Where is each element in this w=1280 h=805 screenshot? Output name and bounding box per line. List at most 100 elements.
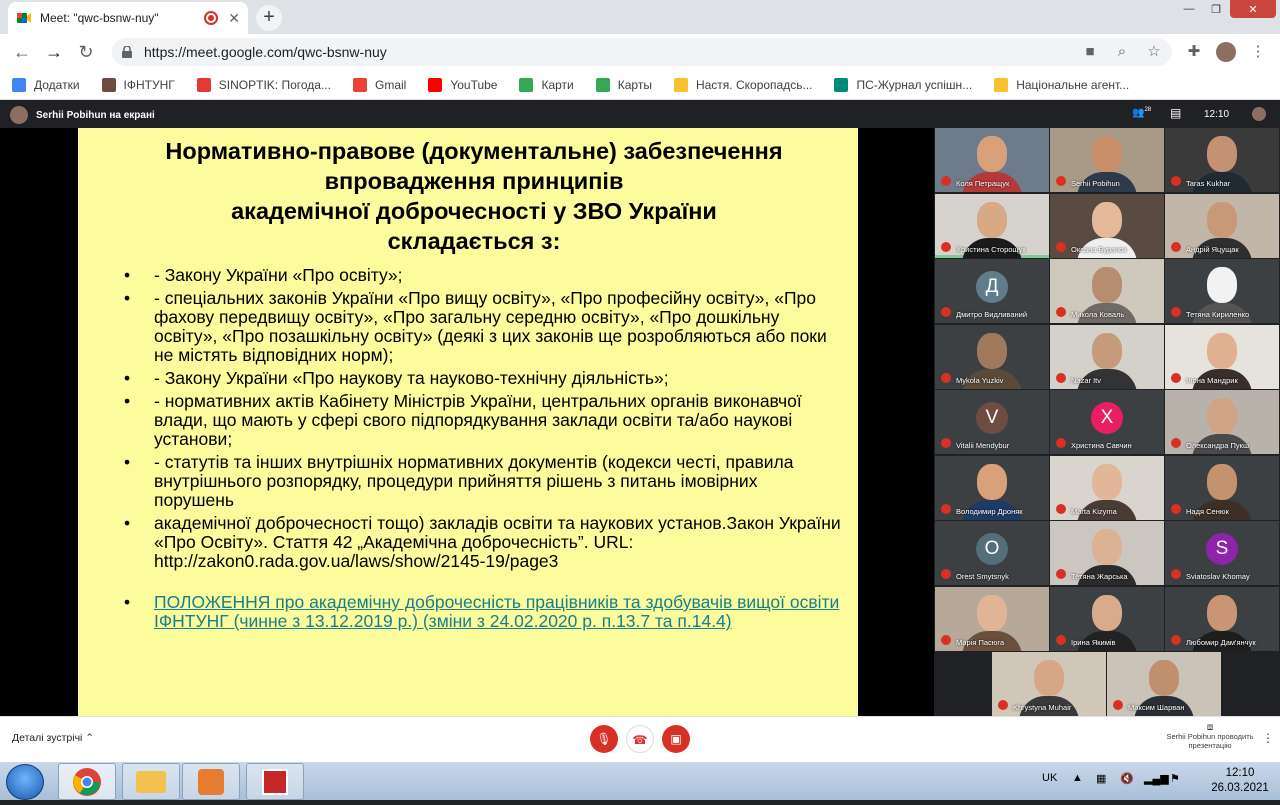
apps-icon bbox=[12, 77, 26, 92]
participant-tile[interactable]: Андрій Яцущак bbox=[1165, 193, 1279, 258]
menu-icon[interactable]: ⋮ bbox=[1248, 42, 1268, 62]
extensions-icon[interactable]: ✚ bbox=[1184, 42, 1204, 62]
reload-icon[interactable]: ↻ bbox=[74, 40, 98, 64]
participant-tile[interactable]: Ірина Якимів bbox=[1050, 586, 1164, 651]
taskbar-chrome[interactable] bbox=[58, 763, 116, 800]
participant-video-face bbox=[1092, 463, 1122, 500]
meeting-details-button[interactable]: Деталі зустрічі ⌃ bbox=[12, 732, 94, 744]
participant-tile[interactable]: Надя Сенюк bbox=[1165, 455, 1279, 520]
bookmark-item[interactable]: ІФНТУНГ bbox=[101, 77, 175, 92]
participant-tile[interactable]: Коля Петращук bbox=[935, 128, 1049, 192]
bookmark-label: ІФНТУНГ bbox=[123, 77, 175, 92]
tab-strip: Meet: "qwc-bsnw-nuy" ✕ + — ❐ ✕ bbox=[0, 0, 1280, 34]
more-options-icon[interactable]: ⋮ bbox=[1262, 731, 1274, 745]
tray-expand-icon[interactable]: ▲ bbox=[1072, 772, 1083, 784]
participant-tile[interactable]: O Orest Smytsnyk bbox=[935, 521, 1049, 585]
mic-muted-icon bbox=[1056, 176, 1066, 186]
participant-tile[interactable]: S Sviatoslav Khomay bbox=[1165, 521, 1279, 585]
participant-tile[interactable]: Khrystyna Muhair bbox=[992, 652, 1106, 716]
volume-icon[interactable]: 🔇 bbox=[1120, 772, 1134, 785]
address-bar[interactable]: https://meet.google.com/qwc-bsnw-nuy bbox=[112, 38, 1172, 66]
participant-tile[interactable]: Тетяна Кириленко bbox=[1165, 259, 1279, 323]
presenting-status[interactable]: ⧈ Serhii Pobihun проводить презентацію bbox=[1160, 722, 1260, 751]
bookmark-label: Додатки bbox=[34, 77, 80, 92]
leave-call-button[interactable]: ☎ bbox=[626, 725, 654, 753]
participant-initial-avatar: Д bbox=[976, 271, 1008, 303]
camera-off-icon: ▣ bbox=[670, 732, 682, 746]
zoom-icon[interactable]: ⌕ bbox=[1112, 42, 1132, 62]
forward-icon[interactable]: → bbox=[42, 40, 66, 64]
participant-tile[interactable]: Максим Шарван bbox=[1107, 652, 1221, 716]
participant-tile[interactable]: Nazar Itv bbox=[1050, 324, 1164, 389]
system-clock[interactable]: 12:10 26.03.2021 bbox=[1200, 766, 1280, 796]
participant-tile[interactable]: Д Дмитро Видливаний bbox=[935, 259, 1049, 323]
participant-video-face bbox=[1207, 398, 1237, 434]
bookmark-item[interactable]: Карты bbox=[595, 77, 652, 92]
taskbar-app[interactable] bbox=[246, 763, 304, 800]
participant-name: Володимир Дроняк bbox=[956, 506, 1023, 516]
close-window-button[interactable]: ✕ bbox=[1230, 0, 1276, 18]
start-button[interactable] bbox=[6, 764, 44, 800]
bookmark-item[interactable]: Додатки bbox=[12, 77, 80, 92]
bookmark-item[interactable]: SINOPTIK: Погода... bbox=[196, 77, 331, 92]
new-tab-button[interactable]: + bbox=[256, 5, 282, 31]
taskbar-explorer[interactable] bbox=[122, 763, 180, 800]
participant-tile[interactable]: Ілона Мандрик bbox=[1165, 324, 1279, 389]
bookmark-item[interactable]: Карти bbox=[519, 77, 574, 92]
network-icon[interactable]: ▂▄▆ bbox=[1144, 772, 1169, 785]
participant-video-face bbox=[1207, 594, 1237, 631]
participant-name: Orest Smytsnyk bbox=[956, 572, 1009, 581]
participant-name: Олександра Пукш bbox=[1186, 441, 1249, 450]
taskbar-media-player[interactable] bbox=[182, 763, 240, 800]
participant-tile[interactable]: Serhii Pobihun bbox=[1050, 128, 1164, 192]
participant-video-face bbox=[1207, 267, 1237, 303]
participant-tile[interactable]: Mykola Yuzkiv bbox=[935, 324, 1049, 389]
participant-tile[interactable]: Микола Коваль bbox=[1050, 259, 1164, 323]
participant-video-face bbox=[1092, 594, 1122, 631]
participant-tile[interactable]: Марія Пасюга bbox=[935, 586, 1049, 651]
camera-icon[interactable]: ■ bbox=[1080, 42, 1100, 62]
regulation-link[interactable]: ПОЛОЖЕННЯ про академічну доброчесність п… bbox=[116, 593, 842, 631]
participant-tile[interactable]: Х Христина Савчин bbox=[1050, 390, 1164, 454]
bullet-item: - Закону України «Про наукову та науково… bbox=[116, 369, 842, 389]
bookmark-item[interactable]: YouTube bbox=[428, 77, 497, 92]
present-icon: ⧈ bbox=[1206, 722, 1214, 733]
flag-icon[interactable]: ⚑ bbox=[1170, 772, 1180, 785]
youtube-icon bbox=[428, 77, 443, 92]
participant-tile[interactable]: Тетяна Жарська bbox=[1050, 521, 1164, 585]
participant-video-face bbox=[977, 136, 1007, 172]
chat-icon[interactable]: ▤ bbox=[1170, 106, 1181, 120]
media-player-icon bbox=[198, 769, 224, 795]
browser-tab[interactable]: Meet: "qwc-bsnw-nuy" ✕ bbox=[8, 2, 248, 34]
bookmark-item[interactable]: Настя. Скоропадсь... bbox=[673, 77, 812, 92]
participant-tile[interactable]: Taras Kukhar bbox=[1165, 128, 1279, 192]
bookmark-label: ПС-Журнал успішн... bbox=[856, 77, 973, 92]
camera-off-button[interactable]: ▣ bbox=[662, 725, 690, 753]
minimize-button[interactable]: — bbox=[1176, 0, 1202, 18]
mic-muted-icon bbox=[1171, 438, 1181, 448]
participant-tile[interactable]: Христина Сторощук bbox=[935, 193, 1049, 258]
maximize-button[interactable]: ❐ bbox=[1203, 0, 1229, 18]
participant-tile[interactable]: Володимир Дроняк bbox=[935, 455, 1049, 520]
tab-close-icon[interactable]: ✕ bbox=[228, 10, 240, 27]
bookmark-item[interactable]: Gmail bbox=[352, 77, 406, 92]
profile-avatar[interactable] bbox=[1216, 42, 1236, 62]
bookmark-star-icon[interactable]: ☆ bbox=[1144, 42, 1164, 62]
participant-tile[interactable]: Оксана Бурачок bbox=[1050, 193, 1164, 258]
participant-tile[interactable]: Marta Kizyma bbox=[1050, 455, 1164, 520]
language-indicator[interactable]: UK bbox=[1042, 772, 1057, 784]
participant-name: Khrystyna Muhair bbox=[1013, 703, 1072, 712]
participant-initial-avatar: S bbox=[1206, 533, 1238, 565]
mic-off-button[interactable]: 🎙 bbox=[590, 725, 618, 753]
participant-tile[interactable]: Любомир Дам'янчук bbox=[1165, 586, 1279, 651]
people-icon[interactable]: 👥28 bbox=[1132, 107, 1151, 118]
chrome-icon bbox=[73, 768, 101, 796]
back-icon[interactable]: ← bbox=[10, 40, 34, 64]
bookmark-item[interactable]: ПС-Журнал успішн... bbox=[834, 77, 973, 92]
participant-name: Дмитро Видливаний bbox=[956, 310, 1028, 319]
bookmark-item[interactable]: Національне агент... bbox=[994, 77, 1129, 92]
slide-title-line: впровадження принципів bbox=[324, 168, 624, 194]
participant-tile[interactable]: Олександра Пукш bbox=[1165, 390, 1279, 454]
tray-app-icon[interactable]: ▦ bbox=[1096, 772, 1106, 785]
participant-tile[interactable]: V Vitalii Mendybur bbox=[935, 390, 1049, 454]
